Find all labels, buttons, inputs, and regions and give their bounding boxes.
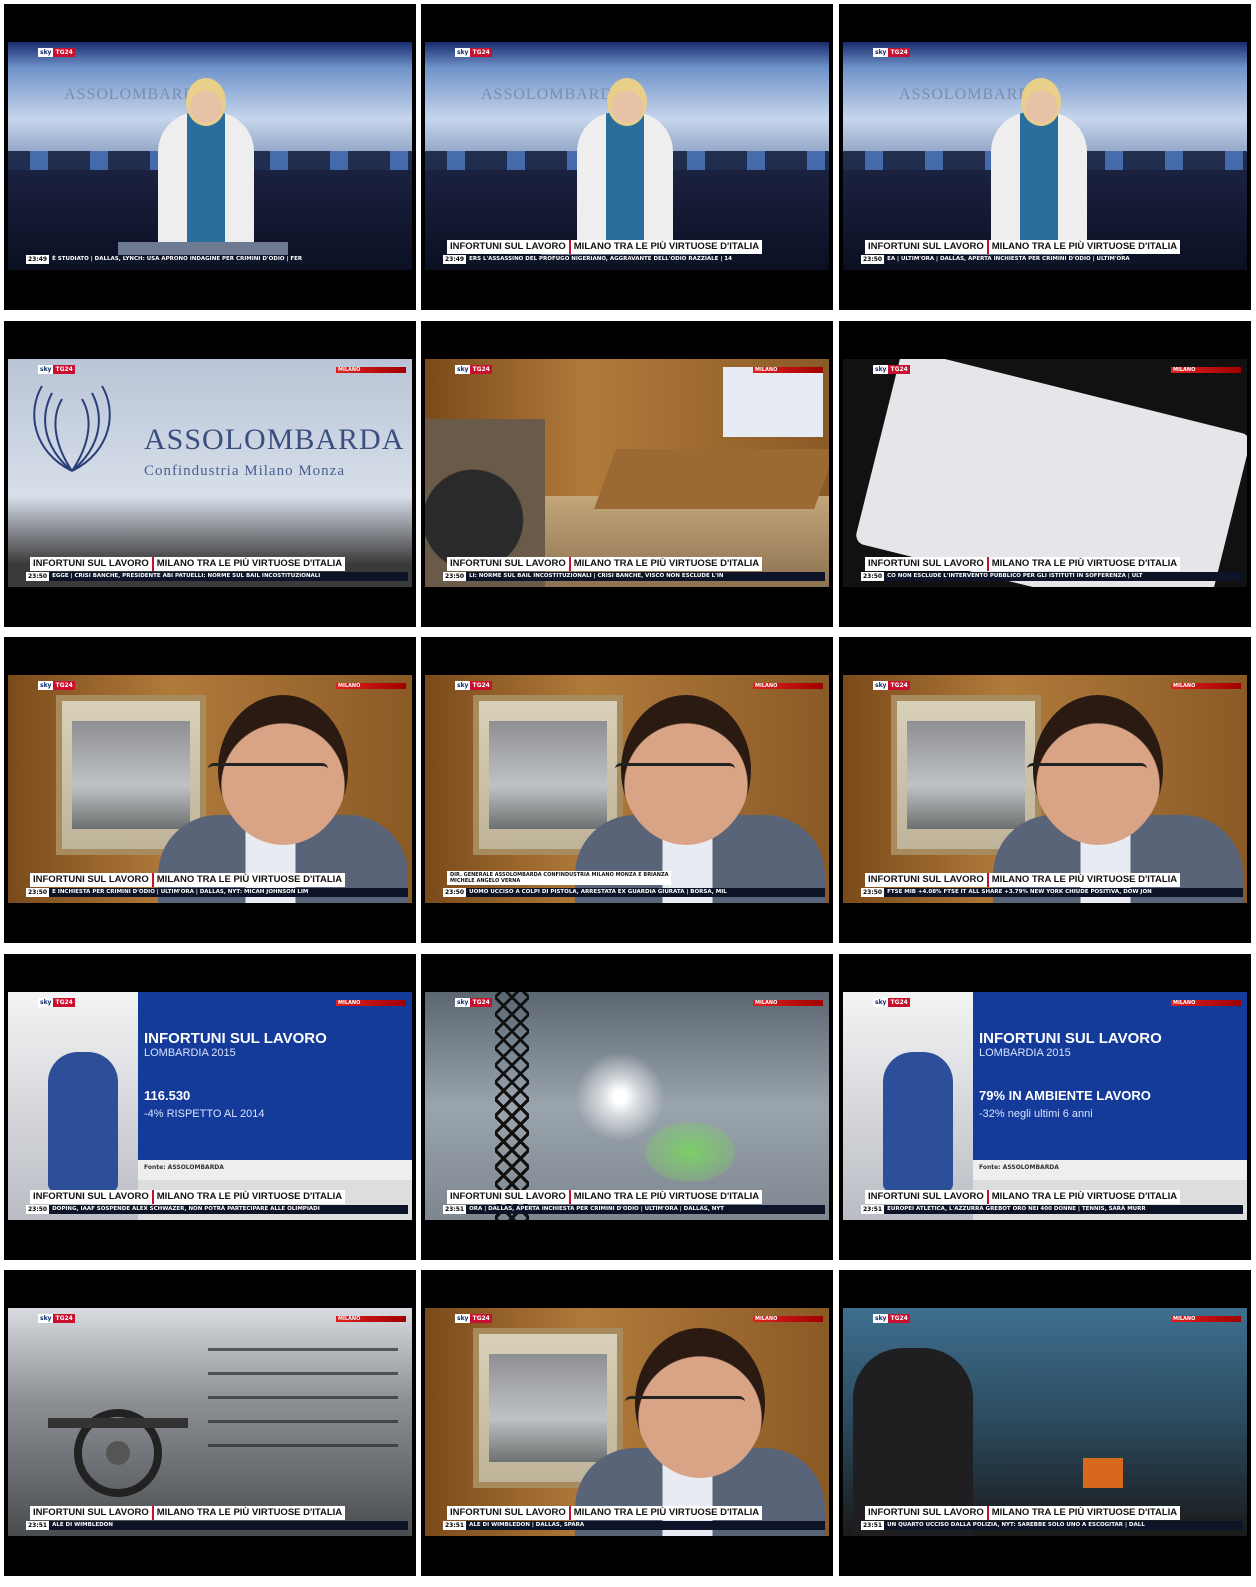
frame-1: ASSOLOMBARDA sky TG24 23:49 È STUDIATO | D… [4,4,416,310]
sky-tg24-logo: sky TG24 [38,1314,75,1323]
sky-tg24-logo: sky TG24 [455,998,492,1007]
frame-9: sky TG24 MILANO INFORTUNI SUL LAVORO MILAN… [839,637,1251,943]
sky-tg24-logo: sky TG24 [455,681,492,690]
frame-4: ASSOLOMBARDA Confindustria Milano Monza … [4,321,416,627]
frame-12: INFORTUNI SUL LAVORO LOMBARDIA 2015 79% … [839,954,1251,1260]
name-caption: DIR. GENERALE ASSOLOMBARDA CONFINDUSTRIA… [447,871,672,885]
sky-tg24-logo: sky TG24 [38,365,75,374]
frame-6: sky TG24 MILANO INFORTUNI SUL LAVORO MILAN… [839,321,1251,627]
headline-bar: INFORTUNI SUL LAVORO MILANO TRA LE PIÙ VI… [447,240,763,254]
confindustria-eagle-logo [33,385,111,472]
headline-bar: INFORTUNI SUL LAVORO MILANO TRA LE PIÙ VI… [865,1190,1181,1204]
headline-bar: INFORTUNI SUL LAVORO MILANO TRA LE PIÙ VI… [865,557,1181,571]
frame-2: ASSOLOMBARDA sky TG24 INFORTUNI SUL LAVOR… [421,4,833,310]
graphic-subtitle: LOMBARDIA 2015 [979,1047,1071,1059]
location-tag: MILANO [1171,1000,1241,1006]
projection-screen [723,367,823,437]
sky-tg24-logo: sky TG24 [455,1314,492,1323]
graphic-subtitle: LOMBARDIA 2015 [144,1047,236,1059]
graphic-value: 79% IN AMBIENTE LAVORO [979,1088,1151,1103]
sky-tg24-logo: sky TG24 [873,48,910,57]
headline-bar: INFORTUNI SUL LAVORO MILANO TRA LE PIÙ VI… [447,1190,763,1204]
news-ticker: 23:50 EA | ULTIM'ORA | DALLAS, APERTA INC… [861,255,1243,264]
headline-bar: INFORTUNI SUL LAVORO MILANO TRA LE PIÙ VI… [865,1506,1181,1520]
location-tag: MILANO [753,1000,823,1006]
news-ticker: 23:50 UOMO UCCISO A COLPI DI PISTOLA, ARR… [443,888,825,897]
sky-tg24-logo: sky TG24 [873,365,910,374]
frame-1-screen: ASSOLOMBARDA sky TG24 [8,42,412,270]
machine-wheel [48,1409,188,1497]
graphic-source: Fonte: ASSOLOMBARDA [979,1164,1059,1171]
news-ticker: 23:50 E INCHIESTA PER CRIMINI D'ODIO | UL… [26,888,408,897]
location-tag: MILANO [753,367,823,373]
location-tag: MILANO [336,1316,406,1322]
news-ticker: 23:50 DOPING, IAAF SOSPENDE ALEX SCHWAZER… [26,1205,408,1214]
location-tag: MILANO [336,683,406,689]
document-paper [854,359,1247,587]
sky-tg24-logo: sky TG24 [873,998,910,1007]
anchor [158,112,254,262]
news-ticker: 23:51 EUROPEI ATLETICA, L'AZZURRA GREBOT … [861,1205,1243,1214]
graphic-note: -4% RISPETTO AL 2014 [144,1108,265,1120]
headline-bar: INFORTUNI SUL LAVORO MILANO TRA LE PIÙ VI… [447,1506,763,1520]
worker [48,1052,118,1192]
crane-tower [495,992,529,1220]
stats-graphic: INFORTUNI SUL LAVORO LOMBARDIA 2015 116.… [138,992,412,1160]
news-ticker: 23:51 ALE DI WIMBLEDON | DALLAS, SPARA [443,1521,825,1530]
worker [883,1052,953,1192]
news-ticker: 23:51 ALE DI WIMBLEDON [26,1521,408,1530]
sky-tg24-logo: sky TG24 [873,681,910,690]
news-ticker: 23:51 UN QUARTO UCCISO DALLA POLIZIA, NYT… [861,1521,1243,1530]
headline-bar: INFORTUNI SUL LAVORO MILANO TRA LE PIÙ VI… [865,873,1181,887]
graphic-note: -32% negli ultimi 6 anni [979,1108,1093,1120]
graphic-source: Fonte: ASSOLOMBARDA [144,1164,224,1171]
headline-bar: INFORTUNI SUL LAVORO MILANO TRA LE PIÙ VI… [30,1506,346,1520]
news-ticker: 23:50 FTSE MIB +4.08% FTSE IT ALL SHARE +… [861,888,1243,897]
location-tag: MILANO [336,1000,406,1006]
headline-bar: INFORTUNI SUL LAVORO MILANO TRA LE PIÙ VI… [447,557,763,571]
headline-bar: INFORTUNI SUL LAVORO MILANO TRA LE PIÙ VI… [30,557,346,571]
location-tag: MILANO [336,367,406,373]
assolombarda-subtitle: Confindustria Milano Monza [144,463,345,479]
location-tag: MILANO [1171,683,1241,689]
graphic-title: INFORTUNI SUL LAVORO [979,1030,1162,1047]
sky-tg24-logo: sky TG24 [455,48,492,57]
headline-bar: INFORTUNI SUL LAVORO MILANO TRA LE PIÙ VI… [30,873,346,887]
frame-14: sky TG24 MILANO INFORTUNI SUL LAVORO MILAN… [421,1270,833,1576]
news-ticker: 23:49 È STUDIATO | DALLAS, LYNCH: USA APR… [26,255,408,264]
headline-bar: INFORTUNI SUL LAVORO MILANO TRA LE PIÙ VI… [30,1190,346,1204]
news-ticker: 23:50 CO NON ESCLUDE L'INTERVENTO PUBBLIC… [861,572,1243,581]
sky-tg24-logo: sky TG24 [38,998,75,1007]
frame-8: sky TG24 MILANO DIR. GENERALE ASSOLOMBARD… [421,637,833,943]
news-ticker: 23:49 ERS L'ASSASSINO DEL PROFUGO NIGERIA… [443,255,825,264]
frame-3: ASSOLOMBARDA sky TG24 INFORTUNI SUL LAVOR… [839,4,1251,310]
news-ticker: 23:50 EGGE | CRISI BANCHE, PRESIDENTE ABI… [26,572,408,581]
frame-5: sky TG24 MILANO INFORTUNI SUL LAVORO MILAN… [421,321,833,627]
assolombarda-wordmark: ASSOLOMBARDA [144,423,405,456]
frame-10: INFORTUNI SUL LAVORO LOMBARDIA 2015 116.… [4,954,416,1260]
stats-graphic: INFORTUNI SUL LAVORO LOMBARDIA 2015 79% … [973,992,1247,1160]
sky-tg24-logo: sky TG24 [455,365,492,374]
sun-flare [575,1052,665,1142]
news-ticker: 23:50 LI: NORME SUL BAIL INCOSTITUZIONALI… [443,572,825,581]
location-tag: MILANO [1171,367,1241,373]
sky-tg24-logo: sky TG24 [38,48,75,57]
frame-7: sky TG24 MILANO INFORTUNI SUL LAVORO MILAN… [4,637,416,943]
assolombarda-wordmark: ASSOLOMBARDA [481,86,626,103]
sky-tg24-logo: sky TG24 [873,1314,910,1323]
graphic-value: 116.530 [144,1088,191,1103]
sky-tg24-logo: sky TG24 [38,681,75,690]
frame-15: sky TG24 MILANO INFORTUNI SUL LAVORO MILAN… [839,1270,1251,1576]
graphic-title: INFORTUNI SUL LAVORO [144,1030,327,1047]
location-tag: MILANO [753,1316,823,1322]
frame-11: sky TG24 MILANO INFORTUNI SUL LAVORO MILAN… [421,954,833,1260]
location-tag: MILANO [1171,1316,1241,1322]
frame-13: sky TG24 MILANO INFORTUNI SUL LAVORO MILAN… [4,1270,416,1576]
location-tag: MILANO [753,683,823,689]
headline-bar: INFORTUNI SUL LAVORO MILANO TRA LE PIÙ VI… [865,240,1181,254]
news-ticker: 23:51 ORA | DALLAS, APERTA INCHIESTA PER … [443,1205,825,1214]
